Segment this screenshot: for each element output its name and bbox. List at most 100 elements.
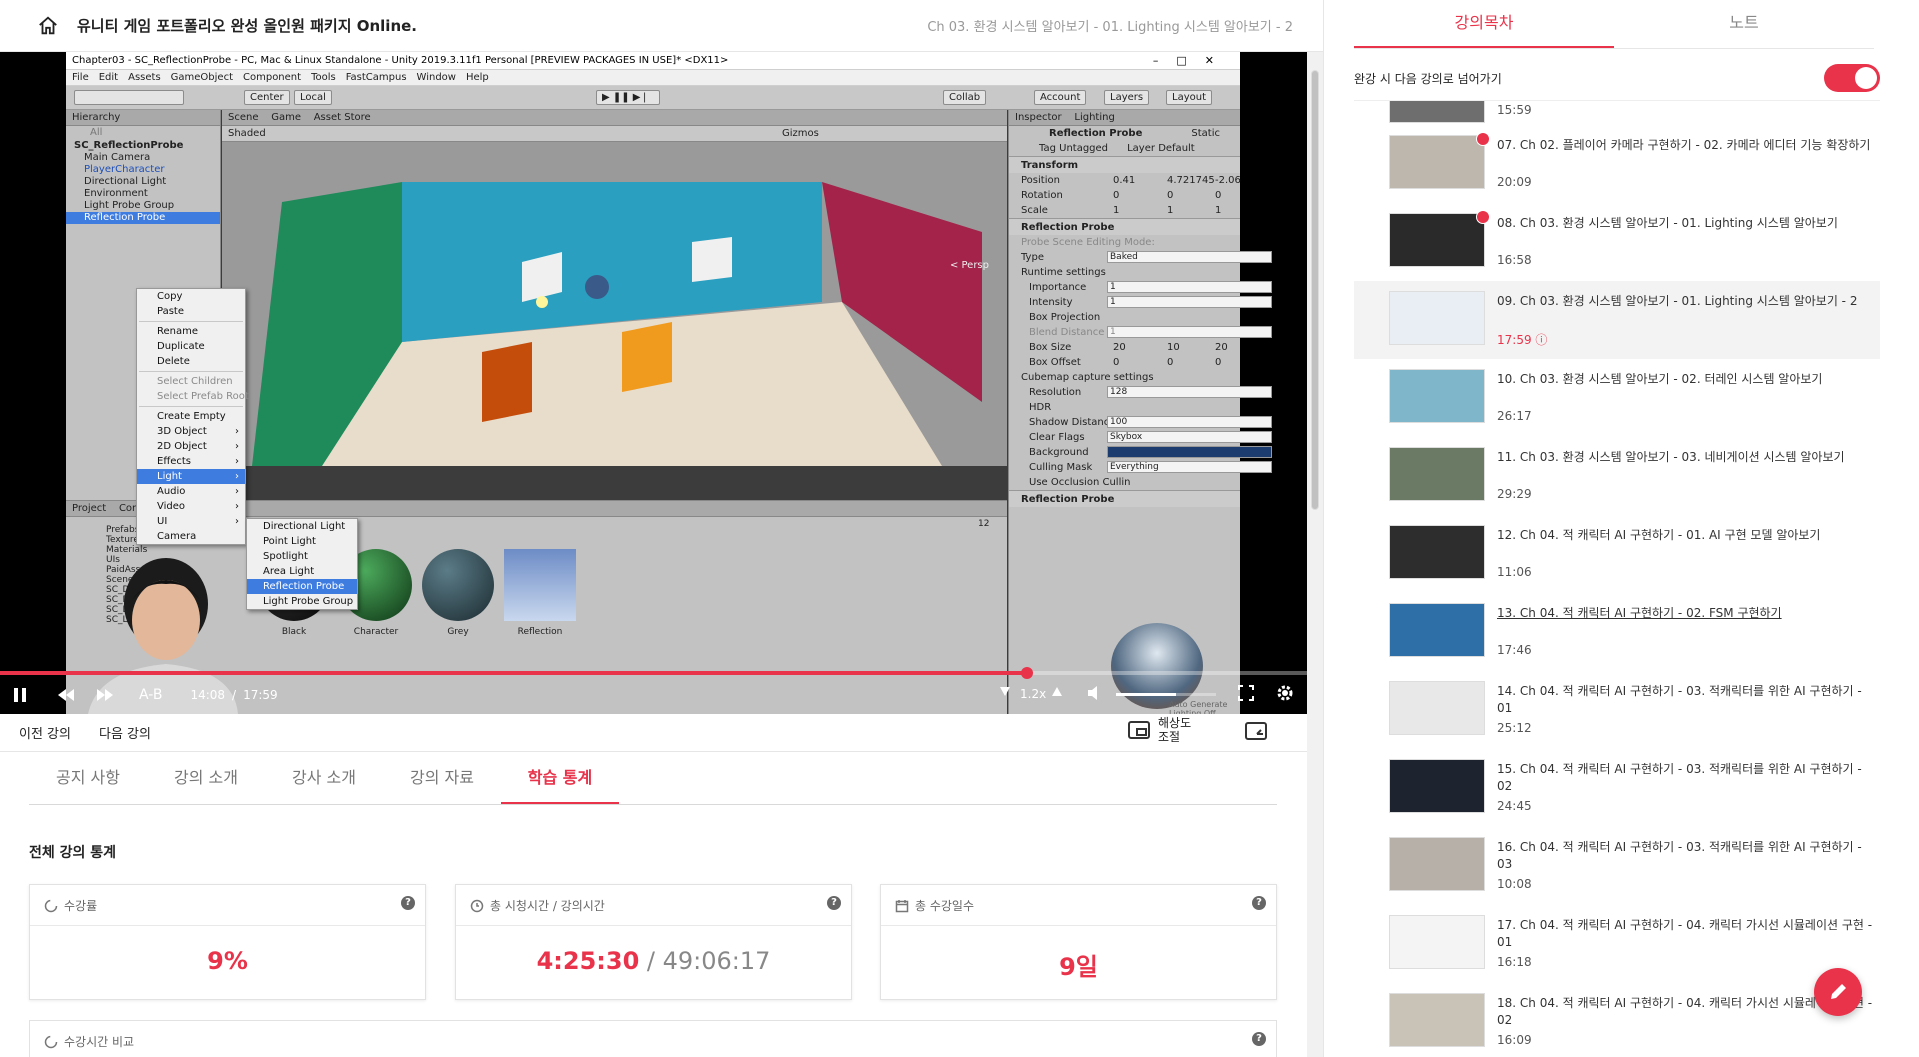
rewind-button[interactable]	[56, 683, 76, 707]
player-controls: A-B 14:08 / 17:59 1.2x	[0, 676, 1307, 714]
lecture-item-current[interactable]: 09. Ch 03. 환경 시스템 알아보기 - 01. Lighting 시스…	[1354, 281, 1880, 359]
unity-editor-body: Hierarchy All SC_ReflectionProbe Main Ca…	[66, 110, 1272, 714]
lecture-item[interactable]: 16. Ch 04. 적 캐릭터 AI 구현하기 - 03. 적캐릭터를 위한 …	[1354, 827, 1880, 905]
tab-notice[interactable]: 공지 사항	[29, 752, 147, 804]
write-note-button[interactable]	[1814, 968, 1862, 1016]
autoplay-toggle[interactable]	[1824, 64, 1880, 92]
lecture-thumbnail[interactable]	[1389, 101, 1485, 123]
context-item-label: Light	[157, 471, 182, 482]
unity-menu-item: Component	[243, 72, 302, 83]
lecture-item[interactable]: 18. Ch 04. 적 캐릭터 AI 구현하기 - 04. 캐릭터 가시선 시…	[1354, 983, 1880, 1057]
lecture-item[interactable]: 07. Ch 02. 플레이어 카메라 구현하기 - 02. 카메라 에디터 기…	[1354, 125, 1880, 203]
card-label-text: 총 수강일수	[915, 899, 975, 913]
box-size-label: Box Size	[1029, 342, 1072, 353]
intensity-value: 1	[1107, 296, 1272, 308]
tab-curriculum[interactable]: 강의목차	[1354, 0, 1614, 48]
tab-materials[interactable]: 강의 자료	[383, 752, 501, 804]
unity-menu-item: Window	[416, 72, 456, 83]
tab-instructor[interactable]: 강사 소개	[265, 752, 383, 804]
lecture-thumbnail[interactable]	[1389, 525, 1485, 579]
lecture-item[interactable]: 13. Ch 04. 적 캐릭터 AI 구현하기 - 02. FSM 구현하기 1…	[1354, 593, 1880, 671]
forward-icon	[97, 689, 113, 701]
lecture-item[interactable]: 08. Ch 03. 환경 시스템 알아보기 - 01. Lighting 시스…	[1354, 203, 1880, 281]
lecture-item[interactable]: 17. Ch 04. 적 캐릭터 AI 구현하기 - 04. 캐릭터 가시선 시…	[1354, 905, 1880, 983]
lecture-duration: 26:17	[1497, 409, 1532, 423]
context-item-paste: Paste	[157, 306, 184, 317]
lecture-item[interactable]: 15:59	[1354, 101, 1880, 125]
hierarchy-row: SC_ReflectionProbe	[74, 140, 184, 151]
pause-icon	[14, 688, 26, 702]
lecture-title: 15. Ch 04. 적 캐릭터 AI 구현하기 - 03. 적캐릭터를 위한 …	[1497, 762, 1862, 793]
pause-button[interactable]	[10, 683, 30, 707]
help-icon[interactable]: ?	[827, 896, 841, 910]
tab-notes[interactable]: 노트	[1614, 0, 1874, 48]
home-button[interactable]	[35, 13, 61, 39]
lecture-title: 16. Ch 04. 적 캐릭터 AI 구현하기 - 03. 적캐릭터를 위한 …	[1497, 840, 1862, 871]
main-scrollbar[interactable]	[1307, 52, 1323, 1057]
prev-lecture-link[interactable]: 이전 강의	[19, 723, 71, 742]
resolution-control[interactable]: 해상도 조절	[1128, 716, 1191, 744]
help-icon[interactable]: ?	[401, 896, 415, 910]
lecture-thumbnail[interactable]	[1389, 447, 1485, 501]
tab-intro[interactable]: 강의 소개	[147, 752, 265, 804]
hierarchy-tab: Hierarchy	[66, 110, 220, 126]
lecture-thumbnail[interactable]	[1389, 210, 1490, 267]
volume-icon	[1088, 686, 1097, 700]
asset-label: Character	[353, 627, 399, 637]
scale-label: Scale	[1021, 205, 1048, 216]
hierarchy-row: Light Probe Group	[84, 200, 175, 211]
fullscreen-button[interactable]	[1238, 685, 1254, 701]
lecture-duration-text: 25:12	[1497, 721, 1532, 735]
unity-toolbar: Center Local ▶ ❚❚ ▶❘ Collab Account Laye…	[66, 86, 1240, 110]
layout-button: Layout	[1166, 90, 1212, 105]
runtime-header: Runtime settings	[1021, 267, 1106, 278]
lecture-thumbnail[interactable]	[1389, 132, 1490, 189]
lecture-item[interactable]: 12. Ch 04. 적 캐릭터 AI 구현하기 - 01. AI 구현 모델 …	[1354, 515, 1880, 593]
menu-separator	[139, 406, 243, 407]
progress-circle-icon	[44, 1035, 58, 1048]
unity-window-title: Chapter03 - SC_ReflectionProbe - PC, Mac…	[66, 52, 1240, 70]
lecture-list: 15:59 07. Ch 02. 플레이어 카메라 구현하기 - 02. 카메라 …	[1354, 100, 1880, 1057]
video-progress-bar[interactable]	[0, 667, 1307, 679]
next-lecture-link[interactable]: 다음 강의	[99, 723, 151, 742]
culling-label: Culling Mask	[1029, 462, 1093, 473]
context-item-label: Audio	[157, 486, 186, 497]
asset-label: Grey	[447, 627, 469, 637]
submenu-light-probe-group: Light Probe Group	[263, 596, 354, 607]
pip-icon	[1245, 722, 1267, 740]
help-icon[interactable]: ?	[1252, 896, 1266, 910]
lecture-thumbnail[interactable]	[1389, 837, 1485, 891]
speed-up-button[interactable]	[1052, 687, 1062, 696]
lecture-thumbnail[interactable]	[1389, 603, 1485, 657]
settings-button[interactable]	[1276, 684, 1294, 702]
inspector-tabs: Inspector Lighting	[1009, 110, 1240, 126]
help-icon[interactable]: ?	[1252, 1032, 1266, 1046]
lecture-thumbnail[interactable]	[1389, 993, 1485, 1047]
pip-button[interactable]	[1245, 722, 1267, 744]
type-row: Type Baked	[1009, 250, 1272, 265]
volume-slider[interactable]	[1116, 693, 1216, 696]
video-player[interactable]: Chapter03 - SC_ReflectionProbe - PC, Mac…	[0, 52, 1307, 714]
ab-repeat-button[interactable]: A-B	[139, 687, 162, 703]
lecture-title: 08. Ch 03. 환경 시스템 알아보기 - 01. Lighting 시스…	[1497, 216, 1838, 230]
lecture-item[interactable]: 10. Ch 03. 환경 시스템 알아보기 - 02. 터레인 시스템 알아보…	[1354, 359, 1880, 437]
lecture-thumbnail[interactable]	[1389, 369, 1485, 423]
mute-button[interactable]	[1088, 686, 1102, 700]
fullscreen-icon	[1238, 685, 1254, 701]
speed-down-button[interactable]	[1000, 687, 1010, 696]
context-item-create-empty: Create Empty	[157, 411, 226, 422]
lecture-thumbnail[interactable]	[1389, 291, 1485, 345]
lecture-item[interactable]: 11. Ch 03. 환경 시스템 알아보기 - 03. 네비게이션 시스템 알…	[1354, 437, 1880, 515]
tab-stats[interactable]: 학습 통계	[501, 752, 619, 804]
lecture-item[interactable]: 15. Ch 04. 적 캐릭터 AI 구현하기 - 03. 적캐릭터를 위한 …	[1354, 749, 1880, 827]
forward-button[interactable]	[95, 683, 115, 707]
lecture-thumbnail[interactable]	[1389, 915, 1485, 969]
lecture-duration: 16:58	[1497, 253, 1532, 267]
lecture-thumbnail[interactable]	[1389, 759, 1485, 813]
lecture-item[interactable]: 14. Ch 04. 적 캐릭터 AI 구현하기 - 03. 적캐릭터를 위한 …	[1354, 671, 1880, 749]
box-offset-y: 0	[1167, 357, 1174, 368]
submenu-area-light: Area Light	[263, 566, 315, 577]
scrollbar-thumb[interactable]	[1311, 70, 1319, 510]
lecture-thumbnail[interactable]	[1389, 681, 1485, 735]
collab-button: Collab	[943, 90, 987, 105]
